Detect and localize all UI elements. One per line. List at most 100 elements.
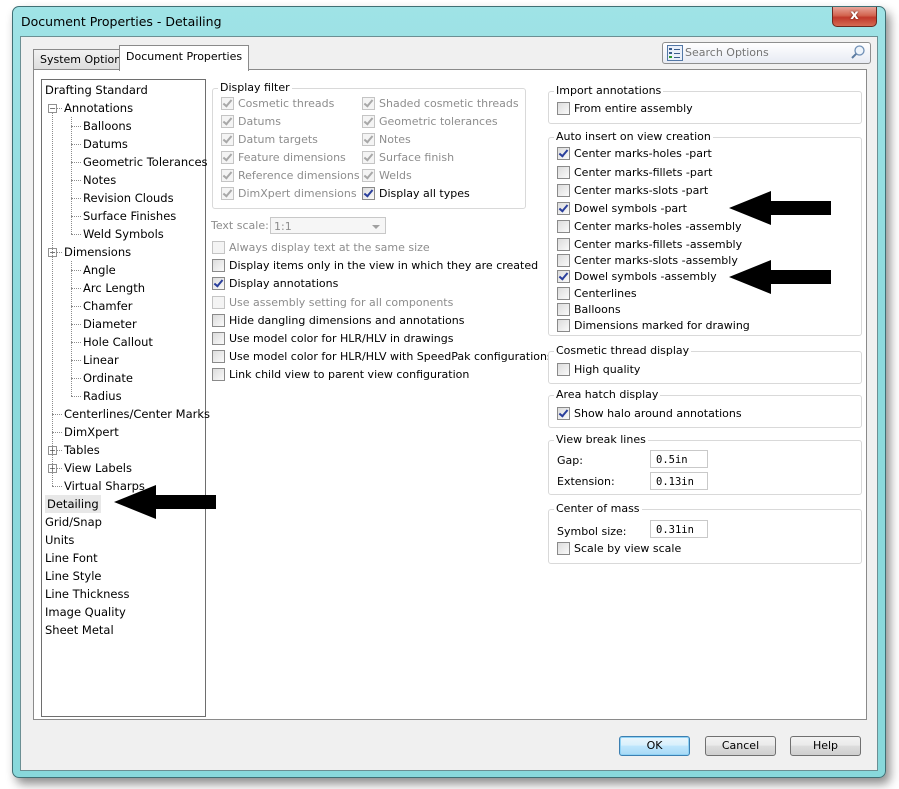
checkbox-display-all-types[interactable]: Display all types — [362, 186, 470, 202]
checkbox-label: From entire assembly — [574, 102, 693, 115]
checkbox-dimensions-marked-for-drawing[interactable]: Dimensions marked for drawing — [557, 318, 750, 334]
auto-insert-group: Auto insert on view creation Center mark… — [548, 130, 862, 336]
checkbox-hide-dangling-dimensions-and-annotations[interactable]: Hide dangling dimensions and annotations — [212, 313, 465, 329]
tree-item-dimensions[interactable]: Dimensions — [64, 243, 131, 261]
tree-item-image-quality[interactable]: Image Quality — [45, 603, 126, 621]
checkbox-unchecked-icon[interactable] — [557, 302, 570, 316]
tree-item-geometric-tolerances[interactable]: Geometric Tolerances — [83, 153, 208, 171]
tree-item-revision-clouds[interactable]: Revision Clouds — [83, 189, 174, 207]
checkbox-display-items-only-in-the-view-in-which-they-are-created[interactable]: Display items only in the view in which … — [212, 258, 538, 274]
tree-item-radius[interactable]: Radius — [83, 387, 122, 405]
checkbox-unchecked-icon[interactable] — [557, 362, 570, 376]
tree-item-view-labels[interactable]: View Labels — [64, 459, 132, 477]
checkbox-show-halo-around-annotations[interactable]: Show halo around annotations — [557, 406, 742, 422]
tree-item-grid-snap[interactable]: Grid/Snap — [45, 513, 102, 531]
tree-item-notes[interactable]: Notes — [83, 171, 116, 189]
checkbox-checked-icon[interactable] — [362, 186, 375, 200]
checkbox-centerlines[interactable]: Centerlines — [557, 286, 637, 302]
checkbox-dowel-symbols-assembly[interactable]: Dowel symbols -assembly — [557, 269, 717, 285]
checkbox-checked-icon — [362, 96, 375, 110]
checkbox-center-marks-fillets-part[interactable]: Center marks-fillets -part — [557, 165, 712, 181]
checkbox-checked-icon[interactable] — [557, 201, 570, 215]
search-icon[interactable] — [850, 44, 866, 60]
checkbox-unchecked-icon[interactable] — [212, 258, 225, 272]
checkbox-scale-by-view-scale[interactable]: Scale by view scale — [557, 541, 681, 557]
checkbox-unchecked-icon[interactable] — [212, 331, 225, 345]
gap-input[interactable]: 0.5in — [650, 450, 708, 468]
close-button[interactable]: x — [832, 7, 877, 27]
tree-item-line-style[interactable]: Line Style — [45, 567, 102, 585]
checkbox-link-child-view-to-parent-view-configuration[interactable]: Link child view to parent view configura… — [212, 367, 469, 383]
checkbox-checked-icon[interactable] — [557, 406, 570, 420]
checkbox-label: Center marks-holes -part — [574, 147, 712, 160]
checkbox-use-model-color-for-hlr-hlv-with-speedpak-configurations[interactable]: Use model color for HLR/HLV with SpeedPa… — [212, 349, 553, 365]
search-input[interactable] — [685, 44, 845, 60]
help-button[interactable]: Help — [790, 736, 861, 756]
checkbox-center-marks-holes-part[interactable]: Center marks-holes -part — [557, 146, 712, 162]
checkbox-label: Feature dimensions — [238, 151, 346, 164]
checkbox-dowel-symbols-part[interactable]: Dowel symbols -part — [557, 201, 687, 217]
checkbox-unchecked-icon[interactable] — [212, 313, 225, 327]
checkbox-unchecked-icon[interactable] — [557, 541, 570, 555]
checkbox-unchecked-icon[interactable] — [212, 367, 225, 381]
tree-item-tables[interactable]: Tables — [64, 441, 100, 459]
checkbox-center-marks-slots-assembly[interactable]: Center marks-slots -assembly — [557, 253, 738, 269]
checkbox-checked-icon[interactable] — [557, 146, 570, 160]
checkbox-center-marks-slots-part[interactable]: Center marks-slots -part — [557, 183, 708, 199]
tree-item-sheet-metal[interactable]: Sheet Metal — [45, 621, 114, 639]
dialog-client-area: System Options Document Properties Draft… — [20, 36, 878, 771]
tree-item-units[interactable]: Units — [45, 531, 74, 549]
checkbox-unchecked-icon — [212, 240, 225, 254]
tree-item-linear[interactable]: Linear — [83, 351, 119, 369]
tree-item-ordinate[interactable]: Ordinate — [83, 369, 133, 387]
tree-item-dimxpert[interactable]: DimXpert — [64, 423, 119, 441]
checkbox-unchecked-icon[interactable] — [212, 349, 225, 363]
checkbox-use-assembly-setting-for-all-components: Use assembly setting for all components — [212, 295, 453, 311]
tree-item-balloons[interactable]: Balloons — [83, 117, 132, 135]
text-scale-select[interactable]: 1:1 — [270, 217, 386, 234]
checkbox-notes: Notes — [362, 132, 411, 148]
tree-item-datums[interactable]: Datums — [83, 135, 128, 153]
symbol-size-input[interactable]: 0.31in — [650, 520, 708, 538]
tree-item-chamfer[interactable]: Chamfer — [83, 297, 132, 315]
checkbox-from-entire-assembly[interactable]: From entire assembly — [557, 101, 693, 117]
tree-item-hole-callout[interactable]: Hole Callout — [83, 333, 153, 351]
tree-item-centerlines-center-marks[interactable]: Centerlines/Center Marks — [64, 405, 210, 423]
search-options-box[interactable] — [662, 42, 871, 64]
arrow-icon — [114, 485, 216, 519]
checkbox-unchecked-icon[interactable] — [557, 101, 570, 115]
tree-item-drafting-standard[interactable]: Drafting Standard — [45, 81, 148, 99]
checkbox-use-model-color-for-hlr-hlv-in-drawings[interactable]: Use model color for HLR/HLV in drawings — [212, 331, 453, 347]
tree-item-weld-symbols[interactable]: Weld Symbols — [83, 225, 164, 243]
checkbox-checked-icon[interactable] — [212, 276, 225, 290]
checkbox-unchecked-icon[interactable] — [557, 237, 570, 251]
ok-button[interactable]: OK — [619, 736, 690, 756]
checkbox-checked-icon — [221, 186, 234, 200]
checkbox-unchecked-icon[interactable] — [557, 183, 570, 197]
checkbox-unchecked-icon[interactable] — [557, 165, 570, 179]
cancel-button[interactable]: Cancel — [705, 736, 776, 756]
checkbox-checked-icon[interactable] — [557, 269, 570, 283]
checkbox-high-quality[interactable]: High quality — [557, 362, 640, 378]
options-tree[interactable]: Drafting Standard Annotations − Balloons Dat… — [41, 79, 210, 717]
checkbox-center-marks-fillets-assembly[interactable]: Center marks-fillets -assembly — [557, 237, 742, 253]
tree-item-angle[interactable]: Angle — [83, 261, 116, 279]
tree-item-line-font[interactable]: Line Font — [45, 549, 98, 567]
tree-item-diameter[interactable]: Diameter — [83, 315, 137, 333]
tree-item-surface-finishes[interactable]: Surface Finishes — [83, 207, 176, 225]
tree-item-arc-length[interactable]: Arc Length — [83, 279, 145, 297]
checkbox-balloons[interactable]: Balloons — [557, 302, 621, 318]
tab-document-properties[interactable]: Document Properties — [119, 45, 250, 71]
checkbox-display-annotations[interactable]: Display annotations — [212, 276, 338, 292]
checkbox-center-marks-holes-assembly[interactable]: Center marks-holes -assembly — [557, 219, 742, 235]
tree-connector — [71, 324, 81, 325]
tree-item-detailing[interactable]: Detailing — [45, 495, 101, 513]
tree-item-line-thickness[interactable]: Line Thickness — [45, 585, 129, 603]
checkbox-unchecked-icon[interactable] — [557, 253, 570, 267]
tree-item-annotations[interactable]: Annotations — [64, 99, 133, 117]
checkbox-unchecked-icon[interactable] — [557, 219, 570, 233]
checkbox-unchecked-icon[interactable] — [557, 286, 570, 300]
tree-connector — [71, 180, 81, 181]
checkbox-unchecked-icon[interactable] — [557, 318, 570, 332]
extension-input[interactable]: 0.13in — [650, 472, 708, 490]
